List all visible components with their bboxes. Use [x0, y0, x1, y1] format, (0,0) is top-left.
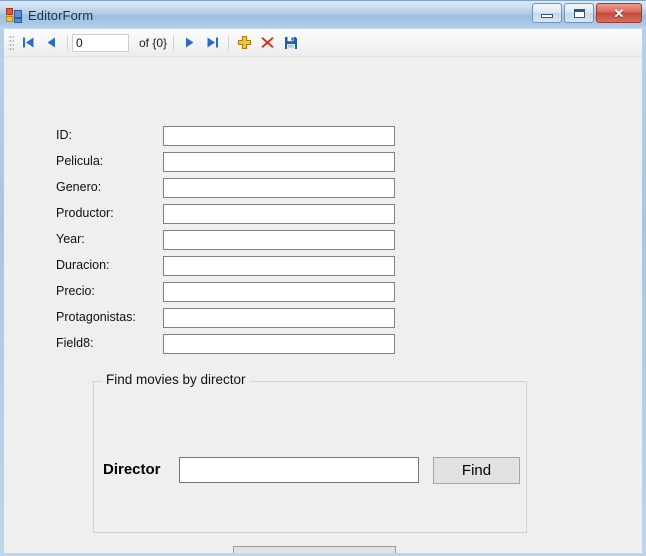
browse-all-movies-button[interactable]: Browse All Movies — [233, 546, 396, 553]
title-bar: EditorForm ✕ — [0, 1, 646, 29]
director-label: Director — [103, 461, 161, 478]
field-label-field8: Field8: — [56, 336, 94, 350]
add-new-button[interactable] — [233, 32, 256, 54]
move-last-icon — [207, 37, 219, 48]
field-input-duracion[interactable] — [163, 256, 395, 276]
field-input-field8[interactable] — [163, 334, 395, 354]
save-button[interactable] — [279, 32, 302, 54]
window-controls: ✕ — [532, 3, 642, 23]
field-input-genero[interactable] — [163, 178, 395, 198]
toolbar-grip[interactable] — [8, 33, 14, 52]
move-last-button[interactable] — [201, 32, 224, 54]
find-button[interactable]: Find — [433, 457, 520, 484]
save-icon — [284, 36, 297, 49]
window-title: EditorForm — [28, 7, 94, 23]
close-button[interactable]: ✕ — [596, 3, 642, 23]
record-count-label: of {0} — [139, 35, 168, 50]
binding-navigator-toolbar: of {0} — [4, 29, 642, 57]
winforms-designer-icon — [6, 7, 22, 23]
field-input-productor[interactable] — [163, 204, 395, 224]
move-next-icon — [186, 37, 194, 48]
field-label-precio: Precio: — [56, 284, 95, 298]
field-label-protagonistas: Protagonistas: — [56, 310, 136, 324]
move-next-button[interactable] — [178, 32, 201, 54]
move-first-icon — [23, 37, 34, 48]
field-label-year: Year: — [56, 232, 85, 246]
delete-icon — [261, 37, 274, 48]
field-label-id: ID: — [56, 128, 72, 142]
field-label-duracion: Duracion: — [56, 258, 110, 272]
field-input-id[interactable] — [163, 126, 395, 146]
field-label-productor: Productor: — [56, 206, 114, 220]
field-input-pelicula[interactable] — [163, 152, 395, 172]
move-previous-icon — [47, 37, 55, 48]
toolbar-separator — [173, 34, 175, 51]
add-new-icon — [237, 35, 252, 50]
toolbar-separator — [67, 34, 68, 51]
field-input-year[interactable] — [163, 230, 395, 250]
find-movies-groupbox: Find movies by director Director Find — [93, 372, 527, 533]
position-input[interactable] — [72, 33, 129, 52]
director-input[interactable] — [179, 457, 419, 483]
client-area: of {0} — [4, 29, 642, 553]
maximize-button[interactable] — [564, 3, 594, 23]
move-previous-button[interactable] — [40, 32, 63, 54]
field-input-protagonistas[interactable] — [163, 308, 395, 328]
toolbar-separator — [228, 34, 230, 51]
field-label-pelicula: Pelicula: — [56, 154, 104, 168]
application-window: EditorForm ✕ 0 of {0} ID: Pelicula: Gene… — [0, 0, 646, 556]
minimize-button[interactable] — [532, 3, 562, 23]
groupbox-legend: Find movies by director — [102, 372, 250, 387]
close-icon: ✕ — [613, 5, 625, 21]
field-input-precio[interactable] — [163, 282, 395, 302]
maximize-icon — [573, 8, 585, 18]
minimize-icon — [541, 14, 553, 18]
delete-button[interactable] — [256, 32, 279, 54]
move-first-button[interactable] — [17, 32, 40, 54]
field-label-genero: Genero: — [56, 180, 102, 194]
